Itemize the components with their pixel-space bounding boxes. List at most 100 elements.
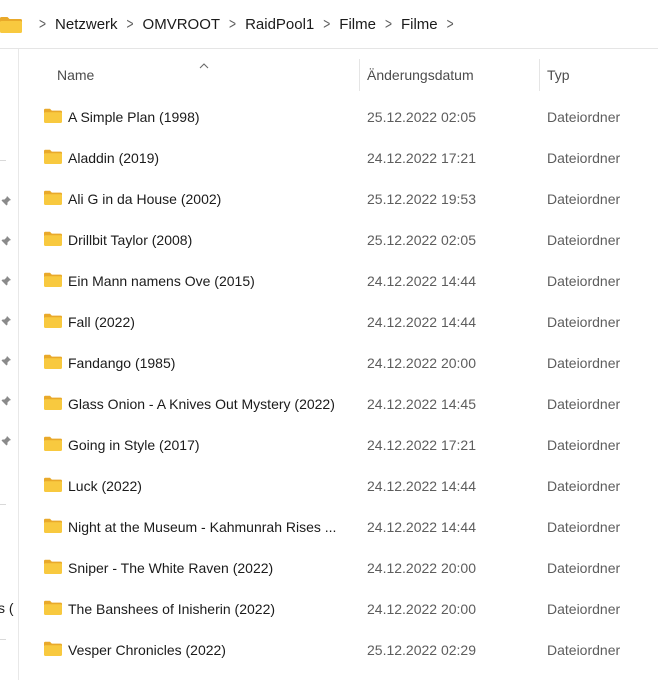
file-name: Fall (2022) <box>68 314 135 330</box>
file-name: Ein Mann namens Ove (2015) <box>68 273 255 289</box>
file-modified-date: 25.12.2022 02:05 <box>367 109 476 125</box>
divider <box>0 504 6 505</box>
file-type: Dateiordner <box>547 560 621 576</box>
chevron-right-icon[interactable]: > <box>447 15 454 33</box>
column-divider[interactable] <box>539 59 540 91</box>
file-type: Dateiordner <box>547 601 621 617</box>
divider <box>0 160 6 161</box>
chevron-right-icon[interactable]: > <box>127 15 134 33</box>
navigation-pane[interactable]: s ( <box>0 49 19 680</box>
breadcrumb-item-omvroot[interactable]: OMVROOT <box>143 16 221 33</box>
file-type: Dateiordner <box>547 478 621 494</box>
file-modified-date: 24.12.2022 14:44 <box>367 273 476 289</box>
chevron-right-icon[interactable]: > <box>39 15 46 33</box>
breadcrumb: > Netzwerk > OMVROOT > RaidPool1 > Filme… <box>30 0 463 48</box>
file-modified-date: 25.12.2022 02:29 <box>367 642 476 658</box>
file-list: A Simple Plan (1998) 25.12.2022 02:05 Da… <box>19 97 658 671</box>
sort-ascending-icon <box>199 56 209 69</box>
file-name: Luck (2022) <box>68 478 142 494</box>
folder-icon <box>44 354 62 369</box>
breadcrumb-item-filme[interactable]: Filme <box>339 16 376 33</box>
folder-icon <box>44 108 62 123</box>
file-modified-date: 24.12.2022 14:44 <box>367 478 476 494</box>
file-name: Glass Onion - A Knives Out Mystery (2022… <box>68 396 335 412</box>
file-modified-date: 24.12.2022 14:45 <box>367 396 476 412</box>
file-name: Ali G in da House (2002) <box>68 191 222 207</box>
pin-icon <box>0 434 12 446</box>
pin-icon <box>0 274 12 286</box>
file-name: Aladdin (2019) <box>68 150 160 166</box>
column-header-type[interactable]: Typ <box>547 67 570 83</box>
file-modified-date: 24.12.2022 14:44 <box>367 519 476 535</box>
folder-icon <box>0 16 22 38</box>
pin-icon <box>0 354 12 366</box>
column-header-name[interactable]: Name <box>57 67 94 83</box>
file-name: A Simple Plan (1998) <box>68 109 200 125</box>
file-row[interactable]: A Simple Plan (1998) 25.12.2022 02:05 Da… <box>19 97 658 138</box>
file-row[interactable]: Sniper - The White Raven (2022) 24.12.20… <box>19 548 658 589</box>
folder-icon <box>44 436 62 451</box>
file-row[interactable]: Night at the Museum - Kahmunrah Rises ..… <box>19 507 658 548</box>
file-row[interactable]: Ein Mann namens Ove (2015) 24.12.2022 14… <box>19 261 658 302</box>
chevron-right-icon[interactable]: > <box>323 15 330 33</box>
chevron-right-icon[interactable]: > <box>385 15 392 33</box>
file-type: Dateiordner <box>547 191 621 207</box>
folder-icon <box>44 559 62 574</box>
column-header-row: Name Änderungsdatum Typ <box>19 49 658 101</box>
column-divider[interactable] <box>359 59 360 91</box>
file-type: Dateiordner <box>547 519 621 535</box>
file-row[interactable]: Luck (2022) 24.12.2022 14:44 Dateiordner <box>19 466 658 507</box>
nav-item-label-fragment[interactable]: s ( <box>0 600 14 616</box>
file-type: Dateiordner <box>547 314 621 330</box>
file-row[interactable]: Fall (2022) 24.12.2022 14:44 Dateiordner <box>19 302 658 343</box>
file-row[interactable]: The Banshees of Inisherin (2022) 24.12.2… <box>19 589 658 630</box>
folder-icon <box>44 477 62 492</box>
folder-icon <box>44 313 62 328</box>
file-type: Dateiordner <box>547 150 621 166</box>
folder-icon <box>44 395 62 410</box>
folder-icon <box>44 600 62 615</box>
chevron-right-icon[interactable]: > <box>229 15 236 33</box>
file-modified-date: 24.12.2022 20:00 <box>367 601 476 617</box>
pin-icon <box>0 194 12 206</box>
file-name: Going in Style (2017) <box>68 437 200 453</box>
folder-icon <box>44 272 62 287</box>
file-modified-date: 25.12.2022 02:05 <box>367 232 476 248</box>
divider <box>0 639 6 640</box>
file-row[interactable]: Drillbit Taylor (2008) 25.12.2022 02:05 … <box>19 220 658 261</box>
file-type: Dateiordner <box>547 396 621 412</box>
file-row[interactable]: Glass Onion - A Knives Out Mystery (2022… <box>19 384 658 425</box>
folder-icon <box>44 149 62 164</box>
file-type: Dateiordner <box>547 273 621 289</box>
file-type: Dateiordner <box>547 232 621 248</box>
pin-icon <box>0 314 12 326</box>
file-row[interactable]: Going in Style (2017) 24.12.2022 17:21 D… <box>19 425 658 466</box>
file-row[interactable]: Aladdin (2019) 24.12.2022 17:21 Dateiord… <box>19 138 658 179</box>
file-type: Dateiordner <box>547 437 621 453</box>
folder-icon <box>44 641 62 656</box>
file-type: Dateiordner <box>547 642 621 658</box>
file-modified-date: 24.12.2022 20:00 <box>367 355 476 371</box>
file-modified-date: 24.12.2022 17:21 <box>367 437 476 453</box>
file-modified-date: 24.12.2022 14:44 <box>367 314 476 330</box>
breadcrumb-item-filme-current[interactable]: Filme <box>401 16 438 33</box>
file-modified-date: 24.12.2022 17:21 <box>367 150 476 166</box>
column-header-date[interactable]: Änderungsdatum <box>367 67 474 83</box>
file-name: Vesper Chronicles (2022) <box>68 642 226 658</box>
file-row[interactable]: Fandango (1985) 24.12.2022 20:00 Dateior… <box>19 343 658 384</box>
pin-icon <box>0 234 12 246</box>
breadcrumb-item-raidpool1[interactable]: RaidPool1 <box>245 16 314 33</box>
file-name: Fandango (1985) <box>68 355 176 371</box>
file-modified-date: 24.12.2022 20:00 <box>367 560 476 576</box>
file-name: The Banshees of Inisherin (2022) <box>68 601 276 617</box>
file-type: Dateiordner <box>547 109 621 125</box>
breadcrumb-item-netzwerk[interactable]: Netzwerk <box>55 16 118 33</box>
folder-icon <box>44 518 62 533</box>
file-name: Sniper - The White Raven (2022) <box>68 560 274 576</box>
file-row[interactable]: Ali G in da House (2002) 25.12.2022 19:5… <box>19 179 658 220</box>
address-bar[interactable]: > Netzwerk > OMVROOT > RaidPool1 > Filme… <box>0 0 658 49</box>
file-row[interactable]: Vesper Chronicles (2022) 25.12.2022 02:2… <box>19 630 658 671</box>
file-type: Dateiordner <box>547 355 621 371</box>
file-modified-date: 25.12.2022 19:53 <box>367 191 476 207</box>
folder-icon <box>44 190 62 205</box>
